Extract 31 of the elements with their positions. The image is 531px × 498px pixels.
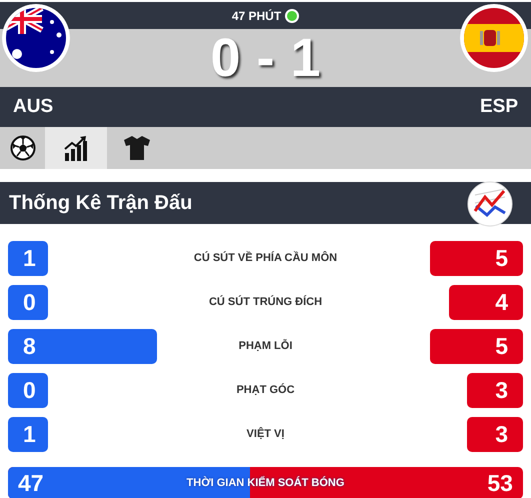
home-stat-bar: 0: [8, 373, 48, 408]
match-minute: 47 PHÚT: [232, 8, 282, 24]
home-stat-bar: 1: [8, 241, 48, 276]
away-stat-bar: 5: [430, 241, 523, 276]
chart-tab[interactable]: [45, 127, 107, 169]
score-separator: -: [256, 31, 274, 85]
bar-chart-icon: [64, 135, 88, 161]
home-team-name: AUS: [13, 94, 54, 119]
home-possession: 47: [18, 468, 44, 498]
home-score: 0: [210, 31, 240, 85]
home-stat-bar: 8: [8, 329, 157, 364]
spain-flag-icon: [460, 4, 528, 72]
australia-flag-icon: [2, 4, 70, 72]
away-stat-bar: 4: [448, 285, 523, 320]
away-stat-bar: 3: [467, 417, 523, 452]
shirt-icon: [123, 135, 151, 161]
away-possession: 53: [487, 468, 513, 498]
home-stat-bar: 1: [8, 417, 48, 452]
away-score: 1: [290, 31, 321, 85]
stat-label: CÚ SÚT TRÚNG ĐÍCH: [208, 294, 324, 310]
home-stat-bar: 0: [8, 285, 48, 320]
line-chart-icon: [467, 181, 513, 227]
stat-label: PHẠM LỖI: [238, 338, 294, 354]
stat-label: CÚ SÚT VỀ PHÍA CẦU MÔN: [192, 250, 338, 266]
away-stat-bar: 5: [430, 329, 523, 364]
section-title: Thống Kê Trận Đấu: [9, 191, 192, 216]
away-team-name: ESP: [480, 94, 518, 119]
away-stat-bar: 3: [467, 373, 523, 408]
stat-label: PHẠT GÓC: [235, 382, 296, 398]
stat-label: VIỆT VỊ: [246, 426, 286, 442]
soccer-ball-icon: [10, 135, 36, 161]
